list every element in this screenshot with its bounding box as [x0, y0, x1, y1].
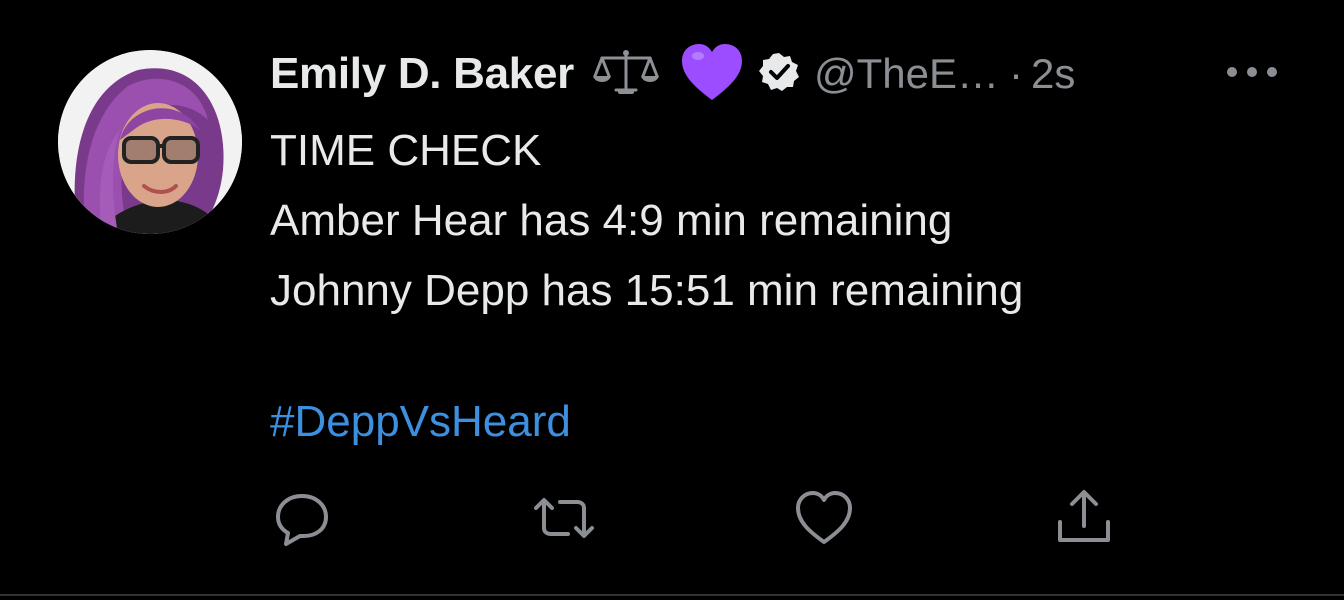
share-icon[interactable] [1054, 488, 1114, 548]
tweet-header: Emily D. Baker @TheE… · 2s [270, 42, 1075, 107]
tweet[interactable]: Emily D. Baker @TheE… · 2s TIME CHECK Am… [0, 0, 1344, 600]
reply-icon[interactable] [272, 488, 332, 548]
tweet-line: Amber Hear has 4:9 min remaining [270, 196, 953, 245]
author-handle[interactable]: @TheE… [814, 50, 999, 98]
timestamp[interactable]: 2s [1031, 50, 1075, 98]
verified-badge-icon [758, 51, 800, 98]
author-name[interactable]: Emily D. Baker [270, 49, 574, 99]
avatar[interactable] [58, 50, 242, 234]
purple-heart-icon [680, 42, 744, 107]
hashtag-link[interactable]: #DeppVsHeard [270, 392, 571, 452]
divider [0, 594, 1344, 596]
separator: · [1008, 50, 1023, 97]
tweet-line: Johnny Depp has 15:51 min remaining [270, 266, 1024, 315]
tweet-line: TIME CHECK [270, 126, 542, 175]
more-dots-icon[interactable] [1224, 60, 1280, 84]
like-icon[interactable] [794, 488, 854, 548]
scales-icon [592, 48, 660, 101]
retweet-icon[interactable] [532, 488, 594, 548]
tweet-text: TIME CHECK Amber Hear has 4:9 min remain… [270, 116, 1023, 326]
